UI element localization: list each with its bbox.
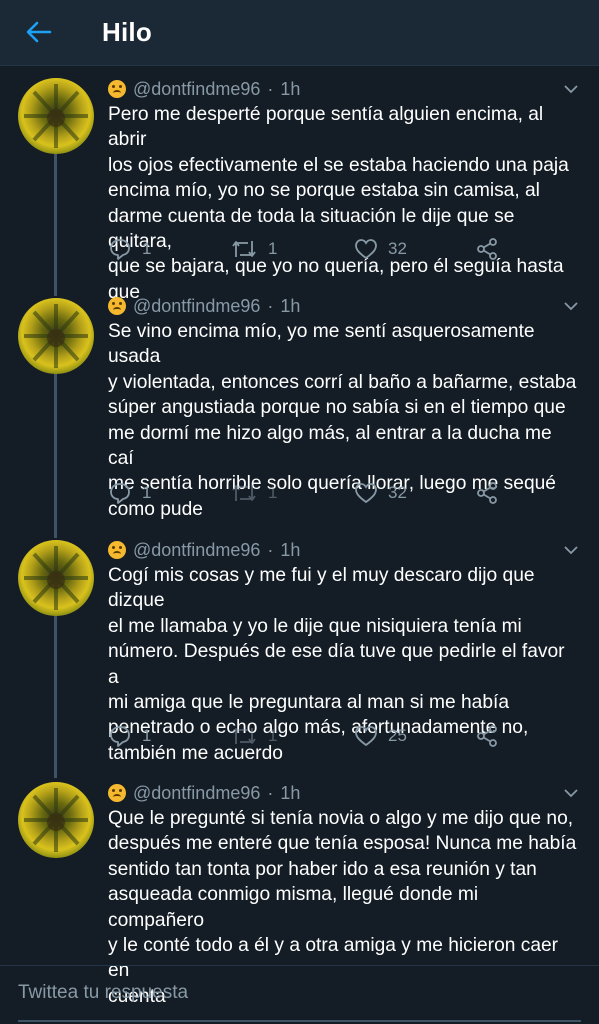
retweet-button[interactable]: 1 — [230, 234, 277, 264]
avatar[interactable] — [18, 78, 94, 154]
upside-down-face-icon — [108, 541, 126, 559]
retweet-count: 1 — [268, 239, 278, 258]
tweet-time: 1h — [280, 78, 301, 99]
like-button[interactable]: 32 — [354, 478, 407, 508]
share-icon — [477, 238, 497, 260]
retweet-count: 1 — [268, 726, 278, 745]
reply-button[interactable]: 1 — [108, 478, 151, 508]
arrow-left-icon[interactable] — [24, 17, 54, 47]
reply-button[interactable]: 1 — [108, 234, 151, 264]
upside-down-face-icon — [108, 297, 126, 315]
tweet-time: 1h — [280, 295, 301, 316]
tweet-handle[interactable]: @dontfindme96 — [133, 783, 260, 804]
upside-down-face-icon — [108, 784, 126, 802]
reply-composer[interactable]: Twittea tu respuesta — [0, 965, 599, 1024]
thread-line — [54, 154, 57, 296]
reply-input[interactable]: Twittea tu respuesta — [18, 982, 578, 1008]
reply-button[interactable]: 1 — [108, 721, 151, 751]
upside-down-face-icon — [108, 80, 126, 98]
page-title: Hilo — [102, 17, 152, 47]
retweet-count: 1 — [268, 483, 278, 502]
separator: · — [267, 782, 274, 803]
share-button[interactable] — [475, 234, 499, 264]
chevron-down-icon[interactable] — [563, 542, 579, 558]
thread-line — [54, 374, 57, 538]
share-icon — [477, 482, 497, 504]
avatar[interactable] — [18, 782, 94, 858]
reply-count: 1 — [142, 726, 152, 745]
reply-count: 1 — [142, 239, 152, 258]
like-count: 32 — [388, 239, 407, 258]
like-count: 32 — [388, 483, 407, 502]
reply-count: 1 — [142, 483, 152, 502]
reply-icon — [110, 726, 130, 747]
retweet-button[interactable]: 1 — [230, 478, 277, 508]
retweet-icon — [232, 241, 256, 257]
heart-icon — [355, 483, 377, 504]
heart-icon — [355, 239, 377, 260]
chevron-down-icon[interactable] — [563, 298, 579, 314]
chevron-down-icon[interactable] — [563, 81, 579, 97]
share-button[interactable] — [475, 478, 499, 508]
share-icon — [477, 725, 497, 747]
retweet-icon — [232, 728, 256, 744]
heart-icon — [355, 726, 377, 747]
retweet-button[interactable]: 1 — [230, 721, 277, 751]
like-button[interactable]: 32 — [354, 234, 407, 264]
separator: · — [267, 78, 274, 99]
tweet-handle[interactable]: @dontfindme96 — [133, 540, 260, 561]
avatar[interactable] — [18, 540, 94, 616]
separator: · — [267, 295, 274, 316]
thread-line — [54, 616, 57, 778]
like-count: 25 — [388, 726, 407, 745]
top-bar: Hilo — [0, 0, 599, 66]
like-button[interactable]: 25 — [354, 721, 407, 751]
reply-icon — [110, 483, 130, 504]
reply-icon — [110, 239, 130, 260]
chevron-down-icon[interactable] — [563, 785, 579, 801]
tweet-time: 1h — [280, 539, 301, 560]
avatar[interactable] — [18, 298, 94, 374]
input-underline — [18, 1020, 581, 1022]
share-button[interactable] — [475, 721, 499, 751]
tweet-handle[interactable]: @dontfindme96 — [133, 296, 260, 317]
tweet-text: Pero me desperté porque sentía alguien e… — [108, 104, 569, 303]
tweet-handle[interactable]: @dontfindme96 — [133, 79, 260, 100]
tweet-time: 1h — [280, 782, 301, 803]
separator: · — [267, 539, 274, 560]
retweet-icon — [232, 485, 256, 501]
